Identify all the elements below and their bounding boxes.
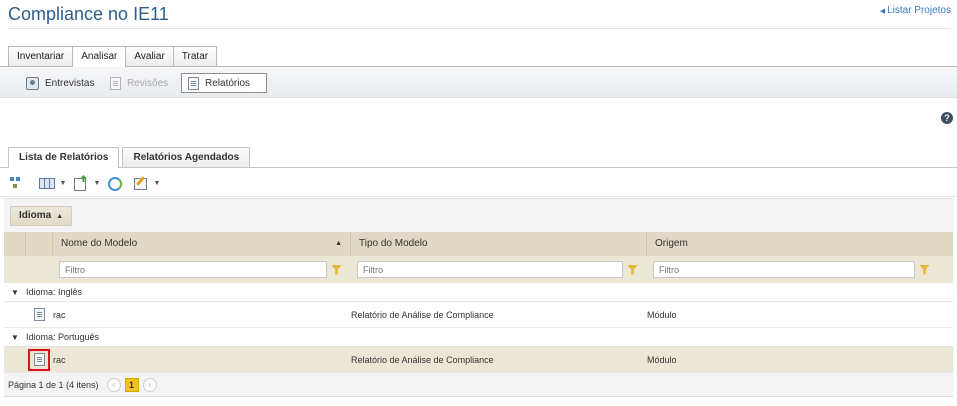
filter-tipo-input[interactable] xyxy=(357,261,623,278)
pager-summary: Página 1 de 1 (4 itens) xyxy=(8,379,99,390)
row-spacer xyxy=(4,302,26,327)
subtab-revisoes[interactable]: Revisões xyxy=(104,73,174,93)
grid-header: Nome do Modelo ▲ Tipo do Modelo Origem xyxy=(4,232,953,256)
toolbar-divider xyxy=(0,196,957,197)
row-icon-cell xyxy=(26,302,53,327)
chevron-down-icon[interactable]: ▼ xyxy=(58,180,68,187)
subtab-relatorios-label: Relatórios xyxy=(205,77,251,89)
group-chip-label: Idioma xyxy=(19,210,52,221)
cell-nome: rac xyxy=(53,354,66,365)
cell-tipo: Relatório de Análise de Compliance xyxy=(351,309,494,320)
tab-analisar[interactable]: Analisar xyxy=(72,46,127,67)
filter-origem xyxy=(647,256,953,283)
report-icon xyxy=(188,76,199,90)
tabs-divider xyxy=(0,167,957,168)
pager: Página 1 de 1 (4 itens) ‹ 1 › xyxy=(4,373,953,397)
subtab-entrevistas-label: Entrevistas xyxy=(45,77,95,89)
export-icon[interactable] xyxy=(72,175,88,191)
tab-avaliar[interactable]: Avaliar xyxy=(125,46,174,66)
tree-icon[interactable] xyxy=(8,175,24,191)
filter-row xyxy=(4,256,953,283)
filter-icon[interactable] xyxy=(627,264,638,275)
grouping-panel: Idioma ▲ xyxy=(4,198,953,232)
list-tabs: Lista de Relatórios Relatórios Agendados xyxy=(8,147,253,168)
filter-tipo xyxy=(351,256,647,283)
tab-lista-de-relatorios[interactable]: Lista de Relatórios xyxy=(8,147,120,168)
group-row-ingles[interactable]: ▼ Idioma: Inglês xyxy=(4,283,953,302)
subtab-revisoes-label: Revisões xyxy=(127,77,169,89)
group-columns-icon[interactable] xyxy=(38,175,55,191)
next-page-button[interactable]: › xyxy=(142,377,157,392)
prev-page-button[interactable]: ‹ xyxy=(106,377,121,392)
table-row-selected[interactable]: rac Relatório de Análise de Compliance M… xyxy=(4,347,953,373)
header-nome-do-modelo[interactable]: Nome do Modelo ▲ xyxy=(53,232,351,256)
subtab-relatorios[interactable]: Relatórios xyxy=(181,73,267,93)
page-title: Compliance no IE11 xyxy=(8,4,169,24)
filter-nome-input[interactable] xyxy=(59,261,327,278)
report-icon[interactable] xyxy=(34,308,45,321)
review-icon xyxy=(110,76,121,90)
grid-toolbar: ▼ ▼ ▼ xyxy=(8,172,162,194)
table-row[interactable]: rac Relatório de Análise de Compliance M… xyxy=(4,302,953,328)
highlight-box xyxy=(28,349,50,371)
cell-origem: Módulo xyxy=(647,309,677,320)
chevron-down-icon[interactable]: ▼ xyxy=(4,283,26,301)
header-origem-label: Origem xyxy=(655,238,688,249)
cell-origem: Módulo xyxy=(647,354,677,365)
filter-origem-input[interactable] xyxy=(653,261,915,278)
header-tipo-label: Tipo do Modelo xyxy=(359,238,428,249)
chevron-down-icon[interactable]: ▼ xyxy=(92,180,102,187)
main-tabs: Inventariar Analisar Avaliar Tratar xyxy=(8,46,218,67)
chevron-down-icon[interactable]: ▼ xyxy=(152,180,162,187)
group-chip-idioma[interactable]: Idioma ▲ xyxy=(10,206,73,226)
chevron-down-icon[interactable]: ▼ xyxy=(4,328,26,346)
tab-inventariar[interactable]: Inventariar xyxy=(8,46,74,66)
group-row-portugues[interactable]: ▼ Idioma: Português xyxy=(4,328,953,347)
subtab-bar: Entrevistas Revisões Relatórios xyxy=(0,66,957,98)
sort-asc-icon: ▲ xyxy=(56,213,64,220)
list-projects-label: Listar Projetos xyxy=(887,5,951,16)
title-divider xyxy=(8,28,951,29)
header-icon-col xyxy=(26,232,53,256)
group-label: Idioma: Português xyxy=(26,332,100,342)
list-projects-link[interactable]: ◀ Listar Projetos xyxy=(880,5,951,16)
page-number-button[interactable]: 1 xyxy=(124,377,139,392)
filter-icon[interactable] xyxy=(919,264,930,275)
reports-grid: Nome do Modelo ▲ Tipo do Modelo Origem ▼… xyxy=(4,232,953,397)
header-tipo-do-modelo[interactable]: Tipo do Modelo xyxy=(351,232,647,256)
help-icon[interactable]: ? xyxy=(941,112,953,124)
filter-nome xyxy=(53,256,351,283)
header-nome-label: Nome do Modelo xyxy=(61,238,138,249)
interview-icon xyxy=(26,76,39,90)
tab-tratar[interactable]: Tratar xyxy=(172,46,218,66)
filter-icon[interactable] xyxy=(331,264,342,275)
header-expand-col xyxy=(4,232,26,256)
tab-relatorios-agendados[interactable]: Relatórios Agendados xyxy=(122,147,251,167)
refresh-icon[interactable] xyxy=(106,175,122,191)
sort-asc-icon: ▲ xyxy=(335,240,342,247)
row-spacer xyxy=(4,347,26,372)
row-icon-cell xyxy=(26,347,53,372)
filter-spacer xyxy=(4,256,53,283)
group-label: Idioma: Inglês xyxy=(26,287,83,297)
header-origem[interactable]: Origem xyxy=(647,232,953,256)
subtab-entrevistas[interactable]: Entrevistas xyxy=(20,73,100,93)
chevron-left-icon: ◀ xyxy=(879,7,886,15)
cell-nome: rac xyxy=(53,309,66,320)
cell-tipo: Relatório de Análise de Compliance xyxy=(351,354,494,365)
edit-icon[interactable] xyxy=(132,175,148,191)
